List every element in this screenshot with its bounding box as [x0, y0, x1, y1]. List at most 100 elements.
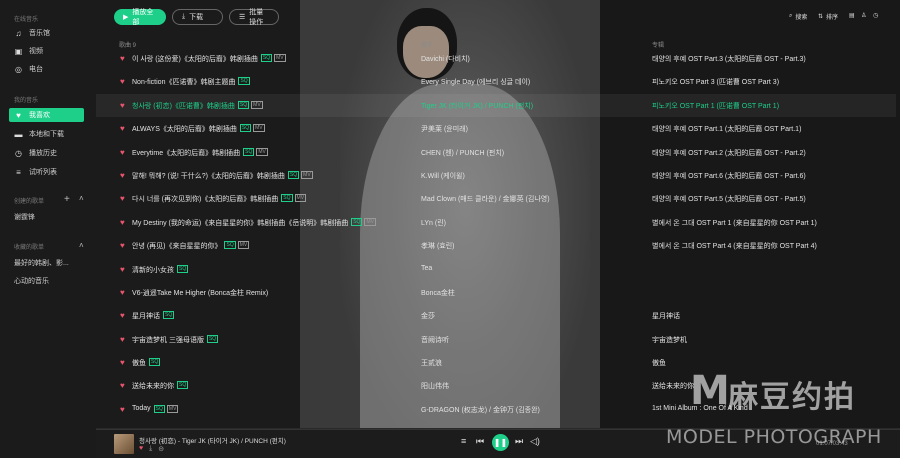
heart-icon[interactable]: ♥ — [120, 358, 125, 367]
song-row[interactable]: ♥ My Destiny (我的命运)《来自星星的你》韩剧插曲《岳说明》韩剧插曲 S… — [96, 211, 896, 234]
song-title[interactable]: Everytime《太阳的后裔》韩剧插曲 — [132, 148, 240, 158]
song-album[interactable]: 星月神话 — [652, 311, 680, 321]
song-row[interactable]: ♥ 안녕 (再见)《来自星星的你》 SQ MV 孝琳 (효린) 별에서 온 그대 OST … — [96, 234, 896, 257]
song-artist[interactable]: Tiger JK (타이거 JK) / PUNCH (펀치) — [421, 101, 533, 111]
song-row[interactable]: ♥ 이 사랑 (这份爱)《太阳的后裔》韩剧插曲 SQ MV Davichi (다비치) 태… — [96, 47, 896, 70]
song-album[interactable]: 별에서 온 그대 OST Part 4 (来自星星的你 OST Part 4) — [652, 241, 817, 251]
mv-badge[interactable]: MV — [253, 124, 265, 133]
comment-icon[interactable]: ⊝ — [158, 445, 164, 453]
mv-badge[interactable]: MV — [166, 404, 179, 413]
heart-icon[interactable]: ♥ — [120, 265, 125, 274]
song-title[interactable]: 청사랑 (初恋)《匹诺曹》韩剧插曲 — [132, 101, 235, 111]
heart-icon[interactable]: ♥ — [120, 101, 125, 110]
now-playing-title[interactable]: 청사랑 (初恋) - Tiger JK (타이거 JK) / PUNCH (펀치… — [139, 435, 286, 445]
song-row[interactable]: ♥ 清新的小女孩 SQ Tea — [96, 258, 896, 281]
song-artist[interactable]: LYn (린) — [421, 218, 446, 228]
heart-icon[interactable]: ♥ — [120, 148, 125, 157]
heart-icon[interactable]: ♥ — [120, 194, 125, 203]
list-view-button[interactable]: ▤ — [849, 12, 855, 19]
song-artist[interactable]: Mad Clown (매드 클라운) / 金娜英 (김나영) — [421, 194, 550, 204]
song-album[interactable]: 宇宙造梦机 — [652, 335, 687, 345]
song-album[interactable]: 태양의 후예 OST Part.1 (太阳的后裔 OST Part.1) — [652, 124, 801, 134]
song-album[interactable]: 태양의 후예 OST Part.6 (太阳的后裔 OST - Part.6) — [652, 171, 806, 181]
sidebar-playlist-item[interactable]: 心动的音乐 — [14, 274, 84, 288]
sidebar-item-history[interactable]: ◷ 播放历史 — [14, 146, 84, 160]
song-row[interactable]: ♥ Non-fiction《匹诺曹》韩剧主题曲 SQ Every Single Day… — [96, 70, 896, 93]
song-title[interactable]: 送给未来的你 — [132, 381, 174, 391]
mv-badge[interactable]: MV — [237, 241, 250, 250]
song-album[interactable]: 傲鱼 — [652, 358, 666, 368]
song-album[interactable]: 태양의 후예 OST Part.5 (太阳的后裔 OST - Part.5) — [652, 194, 806, 204]
song-artist[interactable]: K.Will (케이윌) — [421, 171, 465, 181]
song-artist[interactable]: Bonca金柱 — [421, 288, 455, 298]
sidebar-item-trial-list[interactable]: ≡ 试听列表 — [14, 165, 84, 179]
heart-icon[interactable]: ♥ — [120, 218, 125, 227]
mv-badge[interactable]: MV — [274, 54, 286, 62]
heart-icon[interactable]: ♥ — [120, 124, 125, 133]
song-artist[interactable]: G-DRAGON (权志龙) / 金钟万 (김종완) — [421, 405, 540, 415]
song-title[interactable]: Non-fiction《匹诺曹》韩剧主题曲 — [132, 77, 235, 87]
song-title[interactable]: 다시 너를 (再次见到你)《太阳的后裔》韩剧插曲 — [132, 194, 278, 204]
heart-icon[interactable]: ♥ — [120, 54, 125, 63]
sidebar-item-local-download[interactable]: ▬ 本地和下载 — [14, 127, 84, 141]
heart-icon[interactable]: ♥ — [120, 335, 125, 344]
mv-badge[interactable]: MV — [256, 147, 268, 156]
song-artist[interactable]: 孝琳 (효린) — [421, 241, 455, 251]
song-title[interactable]: 말해! 뭐해? (说! 干什么?)《太阳的后裔》韩剧插曲 — [132, 171, 285, 181]
song-album[interactable]: 별에서 온 그대 OST Part 1 (来自星星的你 OST Part 1) — [652, 218, 817, 228]
song-artist[interactable]: Tea — [421, 265, 432, 272]
song-title[interactable]: ALWAYS《太阳的后裔》韩剧插曲 — [132, 124, 237, 134]
heart-icon[interactable]: ♥ — [120, 311, 125, 320]
chevron-up-icon[interactable]: ˄ — [79, 194, 84, 203]
heart-icon[interactable]: ♥ — [120, 171, 125, 180]
previous-icon[interactable]: ⏮ — [476, 436, 484, 447]
download-icon[interactable]: ⤓ — [149, 445, 152, 453]
song-title[interactable]: 宇宙造梦机 三强母语版 — [132, 335, 204, 345]
sidebar-playlist-item[interactable]: 最好的韩剧、影... — [14, 256, 84, 270]
heart-icon[interactable]: ♥ — [120, 241, 125, 250]
add-playlist-icon[interactable]: + — [64, 194, 70, 205]
song-artist[interactable]: 金莎 — [421, 311, 435, 321]
song-artist[interactable]: 音阙诗听 — [421, 335, 449, 345]
mv-badge[interactable]: MV — [251, 100, 263, 109]
mv-badge[interactable]: MV — [364, 217, 376, 226]
search-button[interactable]: ⌕ 搜索 — [789, 12, 807, 21]
song-album[interactable]: 피노키오 OST Part 3 (匹诺曹 OST Part 3) — [652, 77, 779, 87]
sidebar-item-radio[interactable]: ◎ 电台 — [14, 62, 84, 76]
song-row[interactable]: ♥ 星月神话 SQ 金莎 星月神话 — [96, 304, 896, 327]
song-row[interactable]: ♥ 말해! 뭐해? (说! 干什么?)《太阳的后裔》韩剧插曲 SQ MV K.Will … — [96, 164, 896, 187]
download-button[interactable]: ⤓ 下载 — [172, 9, 223, 25]
next-icon[interactable]: ⏭ — [515, 436, 523, 447]
chevron-up-icon[interactable]: ˄ — [79, 241, 84, 250]
sort-button[interactable]: ⇅ 排序 — [818, 12, 838, 21]
song-row[interactable]: ♥ 청사랑 (初恋)《匹诺曹》韩剧插曲 SQ MV Tiger JK (타이거 JK) … — [96, 93, 896, 118]
heart-icon[interactable]: ♥ — [120, 405, 125, 414]
mv-badge[interactable]: MV — [294, 194, 307, 203]
heart-icon[interactable]: ♥ — [120, 77, 125, 86]
heart-icon[interactable]: ♥ — [120, 288, 125, 297]
history-button[interactable]: ◷ — [873, 12, 878, 19]
song-title[interactable]: V6-逍遥Take Me Higher (Bonca金柱 Remix) — [132, 288, 268, 298]
sidebar-item-favorites[interactable]: ♥ 我喜欢 — [9, 108, 84, 122]
sidebar-playlist-item[interactable]: 谢霆锋 — [14, 210, 84, 224]
song-title[interactable]: 이 사랑 (这份爱)《太阳的后裔》韩剧插曲 — [132, 54, 258, 64]
song-album[interactable]: 送给未来的你 — [652, 381, 694, 391]
song-title[interactable]: 안녕 (再见)《来自星星的你》 — [132, 241, 222, 251]
song-artist[interactable]: Every Single Day (에브리 싱글 데이) — [421, 77, 530, 87]
song-artist[interactable]: Davichi (다비치) — [421, 54, 470, 64]
song-album[interactable]: 태양의 후예 OST Part.3 (太阳的后裔 OST - Part.3) — [652, 54, 806, 64]
volume-icon[interactable]: ◁) — [530, 436, 540, 447]
playlist-icon[interactable]: ≡ — [461, 436, 466, 446]
song-row[interactable]: ♥ V6-逍遥Take Me Higher (Bonca金柱 Remix) Bonc… — [96, 281, 896, 304]
song-row[interactable]: ♥ ALWAYS《太阳的后裔》韩剧插曲 SQ MV 尹美莱 (윤미래) 태양의 후예 OS… — [96, 117, 896, 140]
play-all-button[interactable]: ▶ 播放全部 — [114, 9, 166, 26]
song-artist[interactable]: 王贰浪 — [421, 358, 442, 368]
batch-button[interactable]: ☰ 批量操作 — [229, 9, 279, 26]
mv-badge[interactable]: MV — [301, 170, 313, 179]
pause-button[interactable]: ❚❚ — [492, 434, 509, 451]
sidebar-item-video[interactable]: ▣ 视频 — [14, 44, 84, 58]
song-artist[interactable]: 尹美莱 (윤미래) — [421, 124, 468, 134]
song-album[interactable]: 태양의 후예 OST Part.2 (太阳的后裔 OST - Part.2) — [652, 148, 806, 158]
song-artist[interactable]: CHEN (첸) / PUNCH (펀치) — [421, 148, 504, 158]
song-row[interactable]: ♥ Everytime《太阳的后裔》韩剧插曲 SQ MV CHEN (첸) / PUNC… — [96, 141, 896, 164]
